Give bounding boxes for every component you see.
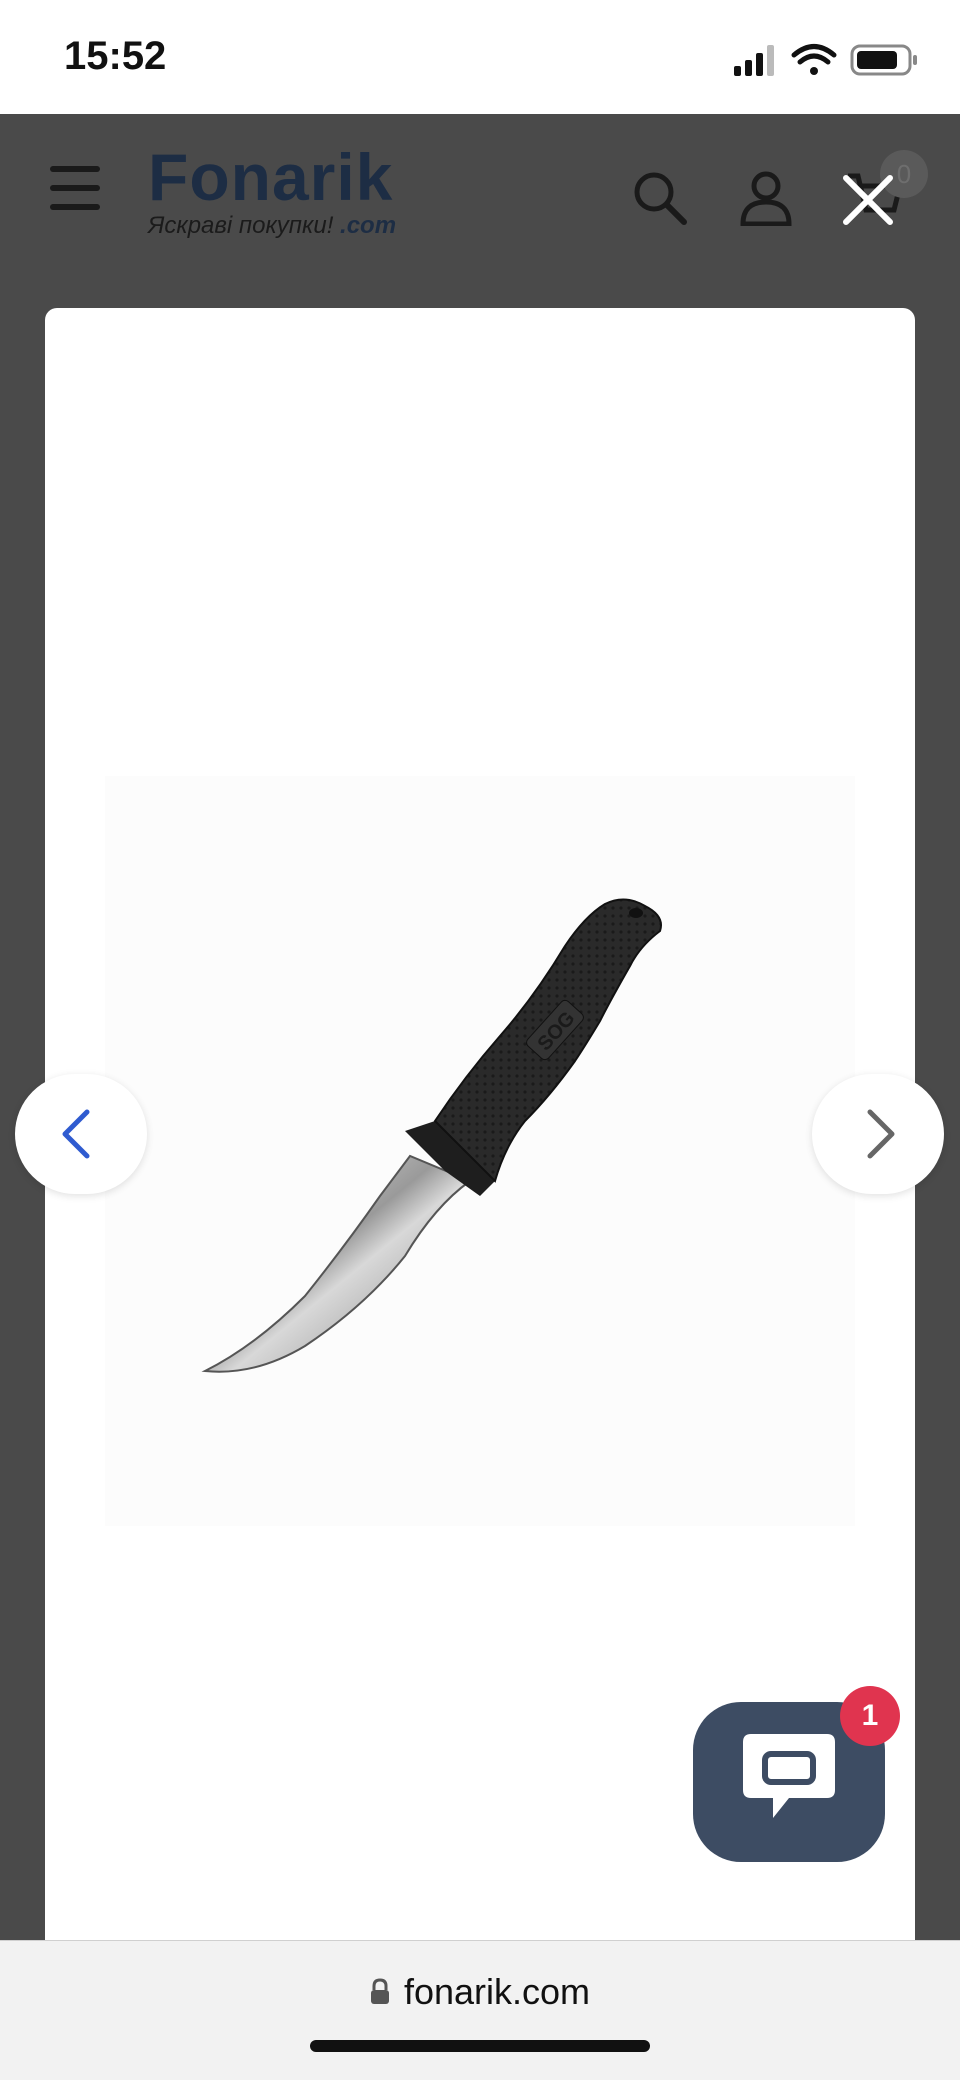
home-indicator[interactable] (310, 2040, 650, 2052)
image-lightbox: SOG (45, 308, 915, 1940)
previous-image-button[interactable] (15, 1074, 147, 1194)
logo-tagline-text: Яскраві покупки! (148, 212, 334, 239)
chat-unread-badge: 1 (840, 1686, 900, 1746)
logo[interactable]: Fonarik Яскраві покупки! .com (148, 144, 458, 244)
menu-icon[interactable] (50, 166, 100, 210)
url-text: fonarik.com (403, 1971, 591, 2012)
knife-image: SOG (201, 898, 662, 1373)
wifi-icon (791, 44, 837, 75)
lock-icon (370, 1978, 389, 2004)
status-icons (734, 44, 917, 76)
product-image: SOG (105, 776, 855, 1526)
logo-domain: .com (340, 212, 397, 239)
next-image-button[interactable] (812, 1074, 944, 1194)
chevron-right-icon (867, 1109, 895, 1159)
url-display[interactable]: fonarik.com (0, 1971, 960, 2013)
status-bar: 15:52 (0, 0, 960, 114)
site-header: Fonarik Яскраві покупки! .com 0 (0, 114, 960, 304)
chevron-left-icon (62, 1109, 90, 1159)
cellular-signal-icon (734, 45, 774, 76)
logo-tagline: Яскраві покупки! .com (148, 212, 458, 240)
user-icon[interactable] (740, 170, 792, 226)
status-time: 15:52 (64, 34, 167, 78)
search-icon[interactable] (632, 170, 688, 226)
close-icon[interactable] (840, 172, 896, 228)
battery-icon (850, 44, 917, 76)
logo-main: Fonarik (148, 140, 394, 214)
browser-address-bar[interactable]: fonarik.com (0, 1940, 960, 2080)
